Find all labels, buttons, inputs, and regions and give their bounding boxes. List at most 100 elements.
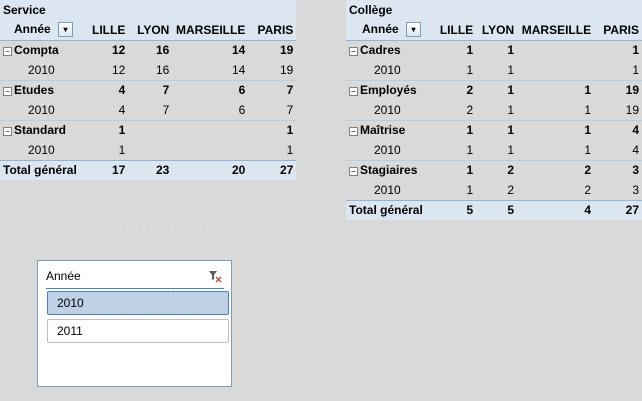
value-cell[interactable]: 4 bbox=[89, 100, 128, 120]
group-row[interactable]: − Cadres 1 1 1 bbox=[346, 39, 642, 60]
value-cell[interactable]: 7 bbox=[128, 79, 173, 100]
value-cell[interactable]: 4 bbox=[89, 79, 129, 100]
slicer-item-2010[interactable]: 2010 bbox=[47, 291, 229, 315]
value-cell[interactable]: 1 bbox=[89, 140, 128, 160]
sub-row[interactable]: 2010 1 2 2 3 bbox=[346, 180, 642, 200]
value-cell[interactable]: 1 bbox=[437, 140, 476, 160]
sub-label[interactable]: 2010 bbox=[346, 180, 437, 200]
value-cell[interactable]: 16 bbox=[128, 39, 173, 60]
column-header[interactable]: MARSEILLE bbox=[172, 20, 249, 41]
total-label[interactable]: Total général bbox=[0, 159, 89, 180]
collapse-minus-icon[interactable]: − bbox=[3, 126, 12, 136]
value-cell[interactable]: 19 bbox=[248, 39, 297, 60]
sub-label[interactable]: 2010 bbox=[0, 140, 89, 160]
sub-row[interactable]: 2010 1 1 bbox=[0, 140, 296, 160]
value-cell[interactable]: 1 bbox=[436, 119, 477, 140]
value-cell[interactable]: 14 bbox=[172, 39, 249, 60]
total-cell[interactable]: 4 bbox=[517, 199, 595, 220]
value-cell[interactable]: 19 bbox=[594, 100, 642, 120]
value-cell[interactable]: 2 bbox=[437, 100, 476, 120]
value-cell[interactable]: 6 bbox=[172, 100, 248, 120]
sub-label[interactable]: 2010 bbox=[346, 100, 437, 120]
value-cell[interactable]: 2 bbox=[476, 180, 517, 200]
value-cell[interactable]: 16 bbox=[128, 60, 172, 80]
value-cell[interactable] bbox=[172, 119, 249, 140]
value-cell[interactable]: 19 bbox=[248, 60, 296, 80]
value-cell[interactable] bbox=[172, 140, 248, 160]
pivot-table-college[interactable]: Collège Année ▾ LILLE LYON MARSEILLE PAR… bbox=[346, 0, 642, 220]
pivot-title[interactable]: Service bbox=[0, 0, 89, 20]
value-cell[interactable]: 1 bbox=[437, 180, 476, 200]
value-cell[interactable]: 1 bbox=[436, 159, 477, 180]
value-cell[interactable]: 1 bbox=[476, 60, 517, 80]
value-cell[interactable]: 1 bbox=[476, 119, 518, 140]
sub-label[interactable]: 2010 bbox=[346, 140, 437, 160]
collapse-minus-icon[interactable]: − bbox=[3, 86, 12, 96]
value-cell[interactable]: 7 bbox=[248, 79, 297, 100]
grand-total-row[interactable]: Total général 17 23 20 27 bbox=[0, 159, 297, 180]
sub-label[interactable]: 2010 bbox=[346, 60, 437, 80]
column-header[interactable]: PARIS bbox=[248, 20, 297, 41]
value-cell[interactable]: 1 bbox=[89, 119, 129, 140]
collapse-minus-icon[interactable]: − bbox=[3, 46, 12, 56]
total-cell[interactable]: 23 bbox=[128, 159, 173, 180]
clear-filter-icon[interactable] bbox=[208, 269, 222, 283]
value-cell[interactable]: 14 bbox=[172, 60, 248, 80]
value-cell[interactable]: 1 bbox=[594, 60, 642, 80]
value-cell[interactable]: 12 bbox=[89, 39, 129, 60]
value-cell[interactable] bbox=[517, 39, 595, 60]
value-cell[interactable]: 2 bbox=[436, 79, 477, 100]
sub-row[interactable]: 2010 12 16 14 19 bbox=[0, 60, 296, 80]
value-cell[interactable]: 1 bbox=[436, 39, 477, 60]
value-cell[interactable]: 19 bbox=[594, 79, 642, 100]
row-header-cell[interactable]: Année ▾ bbox=[346, 20, 437, 41]
value-cell[interactable]: 1 bbox=[248, 119, 297, 140]
total-cell[interactable]: 5 bbox=[436, 199, 477, 220]
pivot-table-service[interactable]: Service Année ▾ LILLE LYON MARSEILLE PAR… bbox=[0, 0, 297, 180]
group-row[interactable]: − Employés 2 1 1 19 bbox=[346, 79, 642, 100]
value-cell[interactable]: 6 bbox=[172, 79, 249, 100]
column-header[interactable]: PARIS bbox=[594, 20, 642, 41]
value-cell[interactable]: 2 bbox=[517, 180, 594, 200]
sub-row[interactable]: 2010 4 7 6 7 bbox=[0, 100, 296, 120]
filter-dropdown-icon[interactable]: ▾ bbox=[58, 22, 74, 38]
value-cell[interactable]: 1 bbox=[517, 79, 595, 100]
total-cell[interactable]: 17 bbox=[89, 159, 129, 180]
total-cell[interactable]: 20 bbox=[172, 159, 249, 180]
group-row[interactable]: − Standard 1 1 bbox=[0, 119, 297, 140]
sub-label[interactable]: 2010 bbox=[0, 100, 89, 120]
value-cell[interactable]: 2 bbox=[476, 159, 518, 180]
value-cell[interactable]: 1 bbox=[517, 100, 594, 120]
total-cell[interactable]: 27 bbox=[248, 159, 297, 180]
value-cell[interactable]: 1 bbox=[517, 140, 594, 160]
group-row[interactable]: − Stagiaires 1 2 2 3 bbox=[346, 159, 642, 180]
value-cell[interactable]: 1 bbox=[594, 39, 642, 60]
group-row[interactable]: − Etudes 4 7 6 7 bbox=[0, 79, 297, 100]
sub-row[interactable]: 2010 1 1 1 bbox=[346, 60, 642, 80]
value-cell[interactable] bbox=[128, 140, 172, 160]
value-cell[interactable] bbox=[517, 60, 594, 80]
grand-total-row[interactable]: Total général 5 5 4 27 bbox=[346, 199, 642, 220]
collapse-minus-icon[interactable]: − bbox=[349, 126, 358, 136]
group-row[interactable]: − Compta 12 16 14 19 bbox=[0, 39, 297, 60]
slicer-annee[interactable]: Année 2010 2011 bbox=[37, 260, 232, 387]
value-cell[interactable]: 3 bbox=[594, 159, 642, 180]
sub-label[interactable]: 2010 bbox=[0, 60, 89, 80]
value-cell[interactable]: 4 bbox=[594, 119, 642, 140]
total-cell[interactable]: 27 bbox=[594, 199, 642, 220]
column-header[interactable]: LYON bbox=[128, 20, 173, 41]
value-cell[interactable]: 4 bbox=[594, 140, 642, 160]
value-cell[interactable]: 1 bbox=[517, 119, 595, 140]
value-cell[interactable]: 1 bbox=[476, 79, 518, 100]
value-cell[interactable]: 3 bbox=[594, 180, 642, 200]
filter-dropdown-icon[interactable]: ▾ bbox=[406, 22, 422, 38]
column-header[interactable]: LYON bbox=[476, 20, 518, 41]
value-cell[interactable]: 12 bbox=[89, 60, 128, 80]
value-cell[interactable]: 1 bbox=[248, 140, 296, 160]
total-cell[interactable]: 5 bbox=[476, 199, 518, 220]
value-cell[interactable]: 7 bbox=[248, 100, 296, 120]
column-header[interactable]: LILLE bbox=[436, 20, 477, 41]
sub-row[interactable]: 2010 1 1 1 4 bbox=[346, 140, 642, 160]
group-row[interactable]: − Maîtrise 1 1 1 4 bbox=[346, 119, 642, 140]
collapse-minus-icon[interactable]: − bbox=[349, 166, 358, 176]
